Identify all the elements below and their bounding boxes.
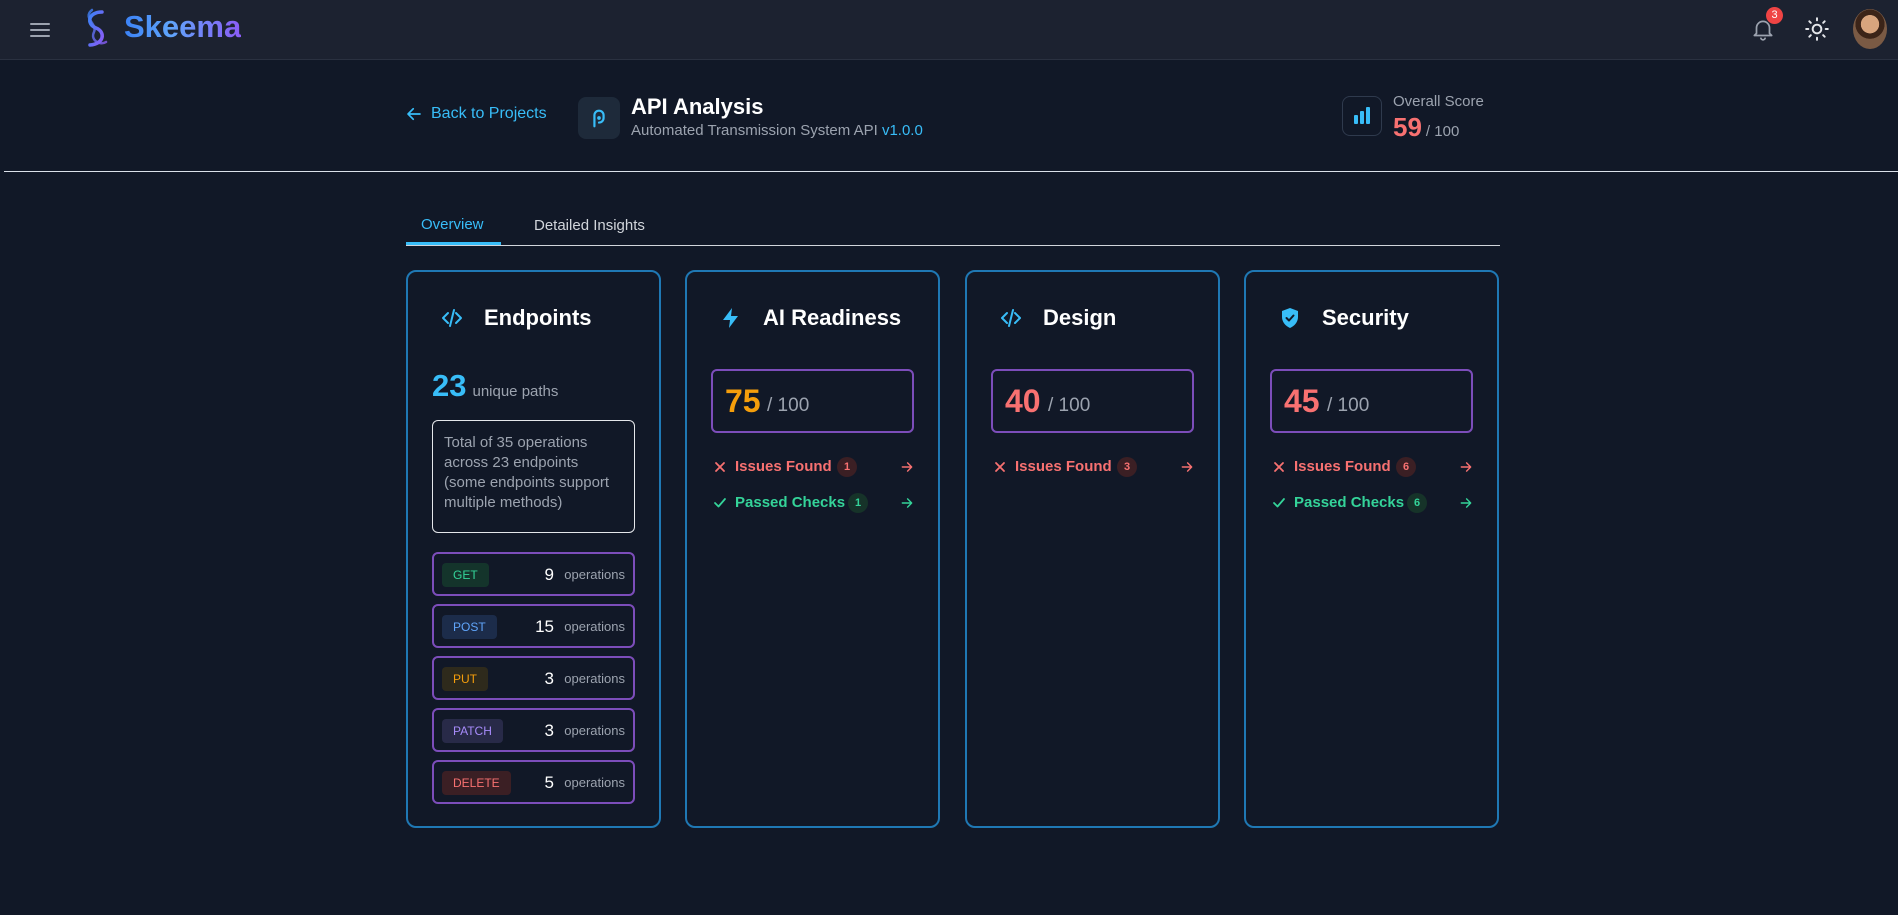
issues-count: 6 bbox=[1396, 457, 1416, 477]
analysis-header bbox=[4, 61, 1898, 172]
method-badge: DELETE bbox=[442, 771, 511, 795]
design-card: Design 40 / 100 Issues Found 3 bbox=[965, 270, 1220, 828]
brand-name[interactable]: Skeema bbox=[124, 9, 241, 45]
method-badge: GET bbox=[442, 563, 489, 587]
check-icon bbox=[1272, 494, 1286, 512]
api-version: v1.0.0 bbox=[881, 122, 923, 139]
method-ops-label: operations bbox=[564, 567, 625, 582]
back-label: Back to Projects bbox=[431, 105, 547, 122]
overall-score-label: Overall Score bbox=[1393, 93, 1484, 110]
sun-icon[interactable] bbox=[1804, 16, 1830, 42]
tab-bar: Overview Detailed Insights bbox=[406, 212, 1500, 246]
passed-label: Passed Checks bbox=[735, 494, 846, 511]
method-ops-label: operations bbox=[564, 723, 625, 738]
issues-found-row[interactable]: Issues Found 1 bbox=[711, 457, 914, 479]
method-ops-label: operations bbox=[564, 619, 625, 634]
endpoint-summary: Total of 35 operations across 23 endpoin… bbox=[432, 420, 635, 533]
code-icon bbox=[999, 306, 1023, 330]
issues-count: 1 bbox=[837, 457, 857, 477]
overall-score: 59/ 100 bbox=[1393, 112, 1459, 143]
method-row-put[interactable]: PUT 3 operations bbox=[432, 656, 635, 700]
method-ops-label: operations bbox=[564, 671, 625, 686]
score-box: 45 / 100 bbox=[1270, 369, 1473, 433]
card-title: Design bbox=[1043, 305, 1117, 330]
notification-badge: 3 bbox=[1766, 7, 1783, 24]
avatar[interactable] bbox=[1853, 9, 1887, 49]
method-count: 3 bbox=[544, 721, 554, 740]
method-count: 5 bbox=[544, 773, 554, 792]
issues-found-row[interactable]: Issues Found 6 bbox=[1270, 457, 1473, 479]
method-badge: PATCH bbox=[442, 719, 503, 743]
score-box: 40 / 100 bbox=[991, 369, 1194, 433]
arrow-right-icon bbox=[1459, 460, 1473, 474]
logo-icon bbox=[78, 8, 116, 50]
passed-checks-row[interactable]: Passed Checks 6 bbox=[1270, 493, 1473, 515]
passed-checks-row[interactable]: Passed Checks 1 bbox=[711, 493, 914, 515]
arrow-right-icon bbox=[1180, 460, 1194, 474]
overall-score-max: / 100 bbox=[1425, 123, 1460, 140]
method-ops-label: operations bbox=[564, 775, 625, 790]
score-box: 75 / 100 bbox=[711, 369, 914, 433]
security-card: Security 45 / 100 Issues Found 6 Passed … bbox=[1244, 270, 1499, 828]
top-bar: Skeema 3 bbox=[0, 0, 1898, 60]
card-title: AI Readiness bbox=[763, 305, 902, 330]
method-badge: PUT bbox=[442, 667, 488, 691]
score-value: 45 bbox=[1284, 383, 1320, 419]
method-row-delete[interactable]: DELETE 5 operations bbox=[432, 760, 635, 804]
issues-label: Issues Found bbox=[1015, 458, 1112, 475]
ai-readiness-card: AI Readiness 75 / 100 Issues Found 1 Pas… bbox=[685, 270, 940, 828]
shield-icon bbox=[1278, 306, 1302, 330]
page-subtitle: Automated Transmission System API v1.0.0 bbox=[631, 122, 923, 139]
arrow-left-icon bbox=[405, 105, 423, 123]
arrow-right-icon bbox=[1459, 496, 1473, 510]
tab-detailed-insights[interactable]: Detailed Insights bbox=[534, 217, 645, 234]
active-tab-indicator bbox=[406, 242, 501, 245]
score-max: / 100 bbox=[767, 395, 810, 416]
api-name: Automated Transmission System API bbox=[631, 122, 878, 139]
endpoint-count: 23 unique paths bbox=[432, 368, 558, 404]
x-icon bbox=[993, 458, 1007, 476]
score-value: 75 bbox=[725, 383, 761, 419]
tab-overview[interactable]: Overview bbox=[421, 216, 484, 233]
arrow-right-icon bbox=[900, 496, 914, 510]
check-icon bbox=[713, 494, 727, 512]
method-count: 15 bbox=[535, 617, 554, 636]
card-title: Security bbox=[1322, 305, 1409, 330]
issues-count: 3 bbox=[1117, 457, 1137, 477]
endpoint-count-value: 23 bbox=[432, 368, 467, 403]
issues-found-row[interactable]: Issues Found 3 bbox=[991, 457, 1194, 479]
method-row-get[interactable]: GET 9 operations bbox=[432, 552, 635, 596]
menu-icon[interactable] bbox=[28, 18, 52, 42]
score-max: / 100 bbox=[1048, 395, 1091, 416]
overall-score-value: 59 bbox=[1393, 112, 1422, 142]
passed-label: Passed Checks bbox=[1294, 494, 1405, 511]
code-icon bbox=[440, 306, 464, 330]
endpoint-count-label: unique paths bbox=[472, 383, 559, 400]
passed-count: 1 bbox=[848, 493, 868, 513]
x-icon bbox=[1272, 458, 1286, 476]
bar-chart-icon bbox=[1342, 96, 1382, 136]
issues-label: Issues Found bbox=[735, 458, 832, 475]
x-icon bbox=[713, 458, 727, 476]
method-row-patch[interactable]: PATCH 3 operations bbox=[432, 708, 635, 752]
score-value: 40 bbox=[1005, 383, 1041, 419]
back-to-projects-link[interactable]: Back to Projects bbox=[405, 105, 547, 123]
api-icon bbox=[578, 97, 620, 139]
method-count: 3 bbox=[544, 669, 554, 688]
arrow-right-icon bbox=[900, 460, 914, 474]
endpoints-card: Endpoints 23 unique paths Total of 35 ope… bbox=[406, 270, 661, 828]
score-max: / 100 bbox=[1327, 395, 1370, 416]
method-row-post[interactable]: POST 15 operations bbox=[432, 604, 635, 648]
passed-count: 6 bbox=[1407, 493, 1427, 513]
method-badge: POST bbox=[442, 615, 497, 639]
page-title: API Analysis bbox=[631, 94, 764, 119]
method-count: 9 bbox=[544, 565, 554, 584]
card-title: Endpoints bbox=[484, 305, 592, 330]
issues-label: Issues Found bbox=[1294, 458, 1391, 475]
bolt-icon bbox=[719, 306, 743, 330]
